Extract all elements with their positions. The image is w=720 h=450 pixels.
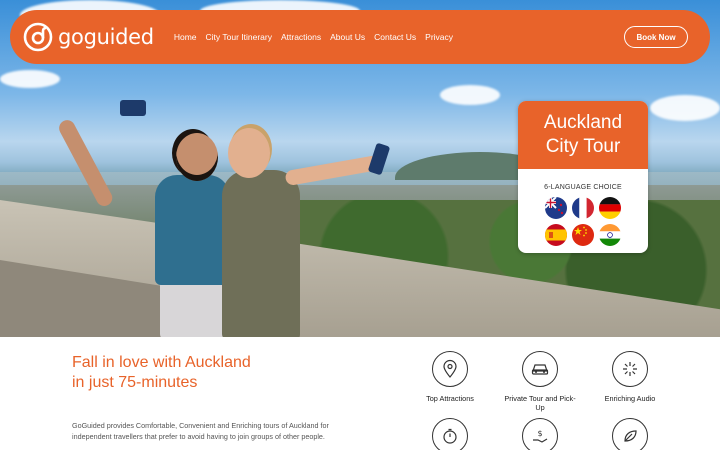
language-choice-label: 6-LANGUAGE CHOICE (544, 184, 622, 191)
timer-icon (432, 418, 468, 450)
money-hand-icon: $ (522, 418, 558, 450)
feature-top-attractions: Top Attractions (410, 351, 490, 403)
logo[interactable]: goguided (22, 21, 154, 53)
intro-headline: Fall in love with Auckland in just 75-mi… (72, 353, 251, 393)
svg-text:$: $ (537, 429, 542, 438)
logo-text: goguided (58, 25, 154, 49)
tour-card-header: Auckland City Tour (518, 101, 648, 169)
feature-label: Enriching Audio (604, 394, 656, 403)
nav-about-us[interactable]: About Us (330, 32, 365, 42)
feature-value: $ (500, 418, 580, 450)
new-zealand-flag-icon[interactable] (545, 197, 567, 219)
goguided-logo-icon (22, 21, 54, 53)
top-nav: goguided Home City Tour Itinerary Attrac… (10, 10, 710, 64)
nav-contact-us[interactable]: Contact Us (374, 32, 416, 42)
feature-private-tour: Private Tour and Pick-Up (500, 351, 580, 412)
spain-flag-icon[interactable] (545, 224, 567, 246)
intro-headline-line1: Fall in love with Auckland (72, 354, 251, 371)
nav-attractions[interactable]: Attractions (281, 32, 321, 42)
nav-home[interactable]: Home (174, 32, 197, 42)
language-flags (518, 197, 648, 246)
feature-label: Top Attractions (426, 394, 474, 403)
leaf-icon (612, 418, 648, 450)
main-menu: Home City Tour Itinerary Attractions Abo… (174, 32, 453, 42)
tour-card-title-line2: City Tour (545, 136, 621, 157)
germany-flag-icon[interactable] (599, 197, 621, 219)
book-now-button[interactable]: Book Now (624, 26, 688, 48)
nav-city-tour-itinerary[interactable]: City Tour Itinerary (206, 32, 272, 42)
feature-eco (590, 418, 670, 450)
china-flag-icon[interactable] (572, 224, 594, 246)
feature-label: Private Tour and Pick-Up (504, 394, 576, 412)
car-icon (522, 351, 558, 387)
feature-enriching-audio: Enriching Audio (590, 351, 670, 403)
intro-body: GoGuided provides Comfortable, Convenien… (72, 421, 329, 441)
india-flag-icon[interactable] (599, 224, 621, 246)
sparkle-icon (612, 351, 648, 387)
intro-headline-line2: in just 75-minutes (72, 374, 198, 391)
tour-card-title-line1: Auckland (543, 112, 623, 133)
tour-card[interactable]: Auckland City Tour 6-LANGUAGE CHOICE (518, 101, 648, 253)
nav-privacy[interactable]: Privacy (425, 32, 453, 42)
france-flag-icon[interactable] (572, 197, 594, 219)
map-pin-icon (432, 351, 468, 387)
feature-timer (410, 418, 490, 450)
